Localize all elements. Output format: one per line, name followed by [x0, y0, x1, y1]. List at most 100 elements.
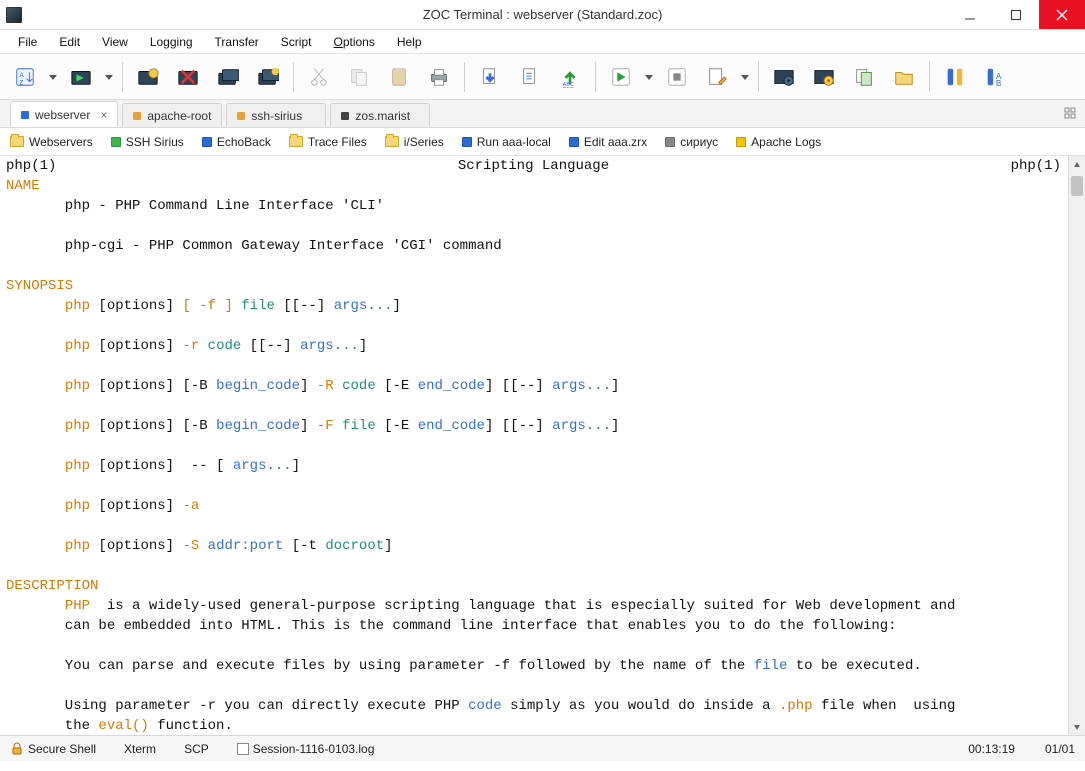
- statusbar: Secure Shell Xterm SCP Session-1116-0103…: [0, 735, 1085, 761]
- svg-text:B: B: [996, 79, 1002, 88]
- download-button[interactable]: [473, 60, 507, 94]
- tab-label: apache-root: [147, 109, 211, 123]
- maximize-button[interactable]: [993, 0, 1039, 29]
- svg-text:DEF: DEF: [563, 86, 575, 87]
- menu-transfer[interactable]: Transfer: [205, 33, 269, 51]
- host-icon: [736, 137, 746, 147]
- quickconnect-button[interactable]: [64, 60, 98, 94]
- tab-zos-marist[interactable]: zos.marist: [330, 103, 430, 127]
- menu-file[interactable]: File: [8, 33, 47, 51]
- toolbar-separator: [595, 62, 596, 92]
- runscript-button[interactable]: [604, 60, 638, 94]
- manpage-header-left: php(1): [6, 156, 56, 176]
- scroll-up-icon[interactable]: [1069, 156, 1085, 173]
- status-terminal: Xterm: [124, 742, 156, 756]
- tab-icon: [133, 112, 141, 120]
- status-logging[interactable]: Session-1116-0103.log: [237, 742, 375, 756]
- host-icon: [462, 137, 472, 147]
- scroll-thumb[interactable]: [1071, 176, 1083, 196]
- host-icon: [202, 137, 212, 147]
- bookmark-sirius-cyr[interactable]: сириус: [665, 135, 718, 149]
- sendtext-button[interactable]: ABCDEF: [553, 60, 587, 94]
- copy-button[interactable]: [342, 60, 376, 94]
- host-icon: [111, 137, 121, 147]
- tab-ssh-sirius[interactable]: ssh-sirius: [226, 103, 326, 127]
- options3-button[interactable]: [847, 60, 881, 94]
- tab-webserver[interactable]: webserver ×: [10, 101, 118, 127]
- toolbar-separator: [293, 62, 294, 92]
- toolbar-separator: [929, 62, 930, 92]
- bookmark-trace-files[interactable]: Trace Files: [289, 135, 367, 149]
- tab-apache-root[interactable]: apache-root: [122, 103, 222, 127]
- bookmark-run-aaa-local[interactable]: Run aaa-local: [462, 135, 551, 149]
- bookmark-webservers[interactable]: Webservers: [10, 135, 93, 149]
- host-icon: [665, 137, 675, 147]
- bookmark-echoback[interactable]: EchoBack: [202, 135, 271, 149]
- newsession-button[interactable]: [131, 60, 165, 94]
- menu-edit[interactable]: Edit: [49, 33, 90, 51]
- status-time: 00:13:19: [968, 742, 1015, 756]
- folder-icon: [289, 136, 303, 147]
- hostdir-button[interactable]: AZ: [8, 60, 42, 94]
- svg-text:A: A: [20, 72, 25, 79]
- titlebar: ZOC Terminal : webserver (Standard.zoc): [0, 0, 1085, 30]
- clone-button[interactable]: [251, 60, 285, 94]
- tool-a-button[interactable]: [938, 60, 972, 94]
- manpage-header-mid: Scripting Language: [458, 156, 609, 176]
- tab-icon: [341, 112, 349, 120]
- menu-view[interactable]: View: [92, 33, 138, 51]
- toolbar-separator: [122, 62, 123, 92]
- quickconnect-dropdown[interactable]: [104, 73, 114, 81]
- tool-b-button[interactable]: AB: [978, 60, 1012, 94]
- bookmark-edit-aaa-zrx[interactable]: Edit aaa.zrx: [569, 135, 647, 149]
- editscript-button[interactable]: [700, 60, 734, 94]
- options1-button[interactable]: [767, 60, 801, 94]
- stopscript-button[interactable]: [660, 60, 694, 94]
- scroll-down-icon[interactable]: [1069, 718, 1085, 735]
- tab-close-icon[interactable]: ×: [100, 108, 107, 122]
- minimize-button[interactable]: [947, 0, 993, 29]
- status-rowcol: 01/01: [1045, 742, 1075, 756]
- window-title: ZOC Terminal : webserver (Standard.zoc): [0, 7, 1085, 22]
- lock-icon: [10, 742, 24, 756]
- bookmark-iseries[interactable]: i/Series: [385, 135, 444, 149]
- tab-label: ssh-sirius: [251, 109, 302, 123]
- terminal-view[interactable]: php(1) Scripting Language php(1) NAME ph…: [0, 156, 1085, 735]
- upload-button[interactable]: [513, 60, 547, 94]
- menu-script[interactable]: Script: [271, 33, 322, 51]
- openfolder-button[interactable]: [887, 60, 921, 94]
- tab-icon: [21, 111, 29, 119]
- paste-button[interactable]: [382, 60, 416, 94]
- tab-icon: [237, 112, 245, 120]
- disconnect-button[interactable]: [171, 60, 205, 94]
- folder-icon: [385, 136, 399, 147]
- menu-logging[interactable]: Logging: [140, 33, 203, 51]
- status-connection: Secure Shell: [10, 742, 96, 756]
- menubar: File Edit View Logging Transfer Script O…: [0, 30, 1085, 54]
- tab-label: zos.marist: [355, 109, 410, 123]
- tabbar: webserver × apache-root ssh-sirius zos.m…: [0, 100, 1085, 128]
- checkbox-icon[interactable]: [237, 743, 249, 755]
- hostdir-dropdown[interactable]: [48, 73, 58, 81]
- scrollbar[interactable]: [1068, 156, 1085, 735]
- bookmark-ssh-sirius[interactable]: SSH Sirius: [111, 135, 184, 149]
- print-button[interactable]: [422, 60, 456, 94]
- status-transfer: SCP: [184, 742, 209, 756]
- folder-icon: [10, 136, 24, 147]
- host-icon: [569, 137, 579, 147]
- menu-help[interactable]: Help: [387, 33, 432, 51]
- close-button[interactable]: [1039, 0, 1085, 29]
- options2-button[interactable]: [807, 60, 841, 94]
- bookmarkbar: Webservers SSH Sirius EchoBack Trace Fil…: [0, 128, 1085, 156]
- reconnect-button[interactable]: [211, 60, 245, 94]
- tab-overflow-button[interactable]: [1061, 104, 1079, 122]
- bookmark-apache-logs[interactable]: Apache Logs: [736, 135, 821, 149]
- terminal-content: NAME php - PHP Command Line Interface 'C…: [6, 176, 1079, 735]
- runscript-dropdown[interactable]: [644, 73, 654, 81]
- toolbar-separator: [758, 62, 759, 92]
- editscript-dropdown[interactable]: [740, 73, 750, 81]
- menu-options[interactable]: Options: [323, 33, 384, 51]
- app-icon: [6, 7, 22, 23]
- svg-text:Z: Z: [20, 79, 24, 86]
- cut-button[interactable]: [302, 60, 336, 94]
